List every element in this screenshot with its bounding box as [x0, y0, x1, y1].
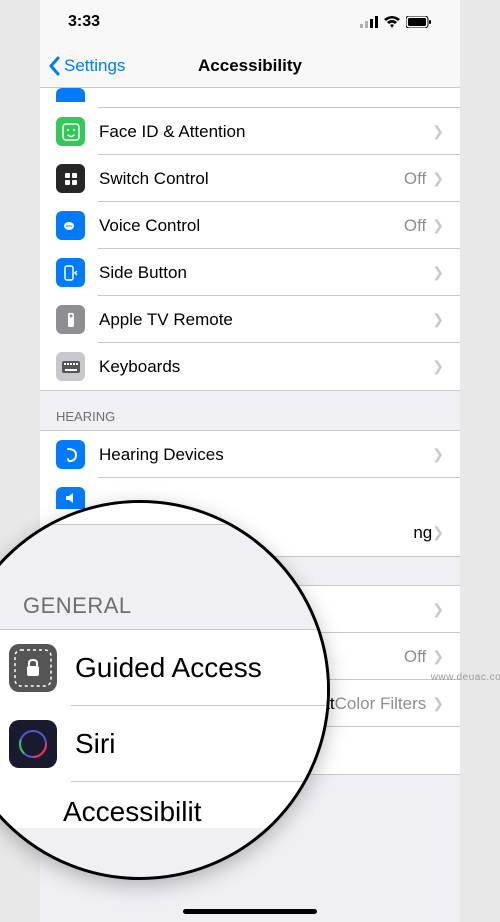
chevron-right-icon: ❯	[432, 601, 444, 618]
section-header-hearing: HEARING	[40, 390, 460, 430]
row-label: Guided Access	[75, 652, 262, 684]
row-side-button[interactable]: Side Button ❯	[40, 249, 460, 296]
hearing-icon	[56, 440, 85, 469]
apple-tv-icon	[56, 305, 85, 334]
row-value: Off	[404, 169, 426, 189]
chevron-right-icon: ❯	[432, 695, 444, 712]
chevron-right-icon: ❯	[432, 311, 444, 328]
cellular-icon	[360, 16, 378, 28]
chevron-right-icon: ❯	[432, 648, 444, 665]
row-guided-access[interactable]: Guided Access	[0, 630, 327, 706]
chevron-right-icon: ❯	[432, 446, 444, 463]
chevron-left-icon	[48, 56, 60, 76]
row-voice-control[interactable]: Voice Control Off ❯	[40, 202, 460, 249]
chevron-right-icon: ❯	[432, 123, 444, 140]
row-label: Face ID & Attention	[99, 122, 432, 142]
chevron-right-icon: ❯	[432, 217, 444, 234]
chevron-right-icon: ❯	[432, 170, 444, 187]
status-bar: 3:33	[40, 0, 460, 44]
watermark: www.deuac.com	[431, 672, 500, 683]
row-label: Hearing Devices	[99, 445, 432, 465]
wifi-icon	[384, 16, 400, 28]
row-value: Off	[404, 647, 426, 667]
row-label: Voice Control	[99, 216, 404, 236]
row-label: Keyboards	[99, 357, 432, 377]
row-switch-control[interactable]: Switch Control Off ❯	[40, 155, 460, 202]
row-label: Switch Control	[99, 169, 404, 189]
row-label: Apple TV Remote	[99, 310, 432, 330]
row-value: Off	[404, 216, 426, 236]
keyboard-icon	[56, 352, 85, 381]
chevron-right-icon: ❯	[432, 358, 444, 375]
navigation-bar: Settings Accessibility	[40, 44, 460, 88]
chevron-right-icon: ❯	[432, 264, 444, 281]
page-title: Accessibility	[198, 56, 302, 76]
guided-access-icon	[9, 644, 57, 692]
back-button[interactable]: Settings	[48, 56, 125, 76]
back-label: Settings	[64, 56, 125, 76]
row-siri[interactable]: Siri	[0, 706, 327, 782]
switch-control-icon	[56, 164, 85, 193]
status-time: 3:33	[68, 13, 100, 31]
face-id-icon	[56, 117, 85, 146]
row-accessibility-shortcut[interactable]: Accessibilit	[0, 782, 327, 828]
row-apple-tv[interactable]: Apple TV Remote ❯	[40, 296, 460, 343]
row-partial-top[interactable]	[40, 88, 460, 108]
row-keyboards[interactable]: Keyboards ❯	[40, 343, 460, 390]
battery-icon	[406, 16, 432, 28]
row-face-id[interactable]: Face ID & Attention ❯	[40, 108, 460, 155]
row-label: Siri	[75, 728, 115, 760]
voice-control-icon	[56, 211, 85, 240]
section-header-general: GENERAL	[0, 593, 327, 629]
row-label: Side Button	[99, 263, 432, 283]
magnifier-overlay: GENERAL Guided Access Siri Accessibilit	[0, 500, 330, 880]
generic-icon	[56, 88, 85, 102]
side-button-icon	[56, 258, 85, 287]
row-hearing-devices[interactable]: Hearing Devices ❯	[40, 431, 460, 478]
chevron-right-icon: ❯	[432, 524, 444, 541]
siri-icon	[9, 720, 57, 768]
home-indicator[interactable]	[183, 909, 317, 914]
row-value: Color Filters	[335, 694, 427, 714]
status-icons	[360, 16, 432, 28]
